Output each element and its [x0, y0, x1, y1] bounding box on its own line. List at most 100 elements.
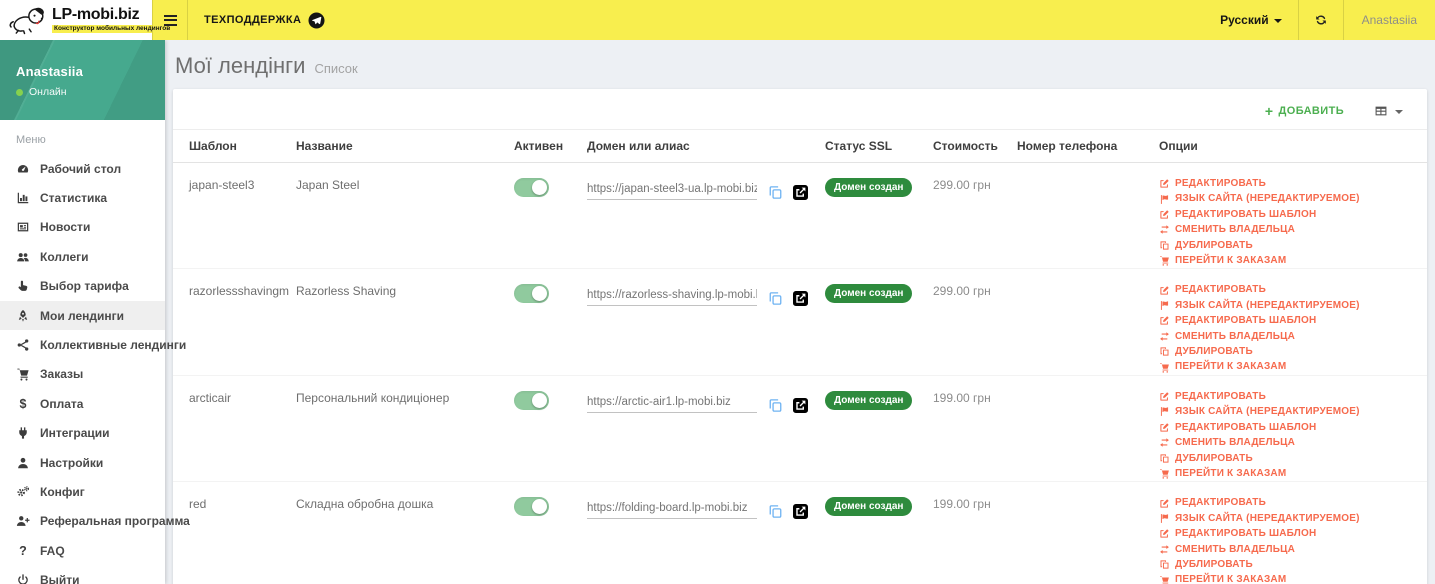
option-label: РЕДАКТИРОВАТЬ	[1175, 178, 1266, 189]
option-label: ПЕРЕЙТИ К ЗАКАЗАМ	[1175, 574, 1287, 584]
colleagues-icon	[16, 250, 30, 264]
tech-support-button[interactable]: ТЕХПОДДЕРЖКА	[188, 0, 341, 40]
option-duplicate-link[interactable]: ДУБЛИРОВАТЬ	[1159, 451, 1419, 466]
active-toggle[interactable]	[514, 178, 549, 197]
active-toggle[interactable]	[514, 390, 549, 410]
cell-phone	[1009, 162, 1151, 270]
sidebar-item-my-landings[interactable]: Мои лендинги	[0, 300, 165, 331]
collective-landings-icon	[16, 338, 30, 352]
option-language-link[interactable]: ЯЗЫК САЙТА (НЕРЕДАКТИРУЕМОЕ)	[1159, 511, 1419, 526]
sidebar-user-panel: Anastasiia Онлайн	[0, 40, 165, 120]
cell-template: red	[173, 481, 288, 584]
option-edit-template-link[interactable]: РЕДАКТИРОВАТЬ ШАБЛОН	[1159, 207, 1419, 222]
cell-ssl: Домен создан	[817, 375, 925, 483]
active-toggle[interactable]	[514, 284, 549, 304]
option-change-owner-link[interactable]: СМЕНИТЬ ВЛАДЕЛЬЦА	[1159, 222, 1419, 237]
sidebar-item-config[interactable]: Конфиг	[0, 477, 165, 506]
edit-template-icon	[1159, 315, 1170, 326]
copy-domain-icon[interactable]	[768, 398, 783, 413]
option-go-to-orders-link[interactable]: ПЕРЕЙТИ К ЗАКАЗАМ	[1159, 466, 1419, 481]
sidebar-item-news[interactable]: Новости	[0, 213, 165, 242]
sidebar-item-tariff[interactable]: Выбор тарифа	[0, 272, 165, 301]
sidebar-item-colleagues[interactable]: Коллеги	[0, 242, 165, 271]
option-label: РЕДАКТИРОВАТЬ ШАБЛОН	[1175, 315, 1317, 327]
option-edit-template-link[interactable]: РЕДАКТИРОВАТЬ ШАБЛОН	[1159, 526, 1419, 541]
open-site-icon[interactable]	[793, 185, 808, 200]
column-header: Название	[288, 129, 506, 163]
add-landing-button[interactable]: + ДОБАВИТЬ	[1265, 104, 1344, 118]
language-icon	[1159, 513, 1170, 524]
option-label: СМЕНИТЬ ВЛАДЕЛЬЦА	[1175, 437, 1296, 449]
copy-domain-icon[interactable]	[768, 291, 783, 306]
domain-input[interactable]	[587, 183, 757, 200]
language-dropdown[interactable]: Русский	[1204, 0, 1298, 40]
copy-domain-icon[interactable]	[768, 504, 783, 519]
domain-input[interactable]	[587, 502, 757, 520]
option-language-link[interactable]: ЯЗЫК САЙТА (НЕРЕДАКТИРУЕМОЕ)	[1159, 404, 1419, 419]
sidebar-item-collective-landings[interactable]: Коллективные лендинги	[0, 330, 186, 359]
option-go-to-orders-link[interactable]: ПЕРЕЙТИ К ЗАКАЗАМ	[1159, 253, 1419, 268]
refresh-button[interactable]	[1299, 0, 1343, 40]
option-label: ДУБЛИРОВАТЬ	[1175, 452, 1253, 464]
column-settings-dropdown[interactable]	[1374, 104, 1403, 118]
menu-section-label: Меню	[16, 134, 46, 146]
option-label: ЯЗЫК САЙТА (НЕРЕДАКТИРУЕМОЕ)	[1175, 512, 1360, 524]
cell-phone	[1009, 268, 1151, 376]
open-site-icon[interactable]	[793, 398, 808, 413]
column-header: Стоимость	[925, 129, 1009, 163]
config-icon	[16, 485, 30, 499]
statistics-icon	[16, 191, 30, 205]
option-change-owner-link[interactable]: СМЕНИТЬ ВЛАДЕЛЬЦА	[1159, 542, 1419, 557]
change-owner-icon	[1159, 331, 1170, 342]
sidebar-item-orders[interactable]: Заказы	[0, 360, 165, 389]
sidebar-item-label: Выйти	[40, 573, 80, 584]
sidebar-item-faq[interactable]: ? FAQ	[0, 536, 165, 565]
sidebar-item-integrations[interactable]: Интеграции	[0, 419, 165, 448]
domain-input[interactable]	[587, 395, 757, 413]
option-change-owner-link[interactable]: СМЕНИТЬ ВЛАДЕЛЬЦА	[1159, 329, 1419, 344]
page-title: Мої лендінги	[175, 53, 306, 78]
change-owner-icon	[1159, 437, 1170, 448]
option-edit-template-link[interactable]: РЕДАКТИРОВАТЬ ШАБЛОН	[1159, 420, 1419, 435]
app-logo[interactable]: LP-mobi.biz Конструктор мобильных лендин…	[0, 0, 173, 40]
option-duplicate-link[interactable]: ДУБЛИРОВАТЬ	[1159, 557, 1419, 572]
option-label: ДУБЛИРОВАТЬ	[1175, 239, 1253, 251]
sidebar-item-label: Настройки	[40, 455, 104, 470]
option-label: ПЕРЕЙТИ К ЗАКАЗАМ	[1175, 467, 1287, 479]
option-go-to-orders-link[interactable]: ПЕРЕЙТИ К ЗАКАЗАМ	[1159, 359, 1419, 374]
cell-domain	[579, 268, 817, 376]
option-edit-link[interactable]: РЕДАКТИРОВАТЬ	[1159, 495, 1419, 510]
topbar-username[interactable]: Anastasiia	[1344, 0, 1435, 40]
option-label: ЯЗЫК САЙТА (НЕРЕДАКТИРУЕМОЕ)	[1175, 299, 1360, 311]
option-language-link[interactable]: ЯЗЫК САЙТА (НЕРЕДАКТИРУЕМОЕ)	[1159, 298, 1419, 313]
option-edit-link[interactable]: РЕДАКТИРОВАТЬ	[1159, 282, 1419, 297]
open-site-icon[interactable]	[793, 504, 808, 519]
sidebar-item-statistics[interactable]: Статистика	[0, 183, 165, 212]
option-duplicate-link[interactable]: ДУБЛИРОВАТЬ	[1159, 344, 1419, 359]
sidebar-item-referral[interactable]: Реферальная программа	[0, 507, 190, 536]
language-icon	[1159, 406, 1170, 417]
landing-name: Razorless Shaving	[296, 284, 397, 299]
price-value: 199.00 грн	[933, 390, 991, 405]
option-label: РЕДАКТИРОВАТЬ	[1175, 390, 1266, 402]
option-label: ЯЗЫК САЙТА (НЕРЕДАКТИРУЕМОЕ)	[1175, 406, 1360, 418]
option-go-to-orders-link[interactable]: ПЕРЕЙТИ К ЗАКАЗАМ	[1159, 572, 1419, 584]
menu-toggle-button[interactable]	[153, 0, 187, 40]
sidebar-item-payment[interactable]: $ Оплата	[0, 389, 165, 418]
sidebar-item-label: Выбор тарифа	[40, 279, 129, 294]
option-duplicate-link[interactable]: ДУБЛИРОВАТЬ	[1159, 238, 1419, 253]
open-site-icon[interactable]	[793, 291, 808, 306]
active-toggle[interactable]	[514, 497, 549, 517]
column-header: Шаблон	[173, 129, 288, 163]
sidebar-item-logout[interactable]: Выйти	[0, 565, 165, 584]
sidebar-item-settings[interactable]: Настройки	[0, 448, 165, 477]
option-edit-template-link[interactable]: РЕДАКТИРОВАТЬ ШАБЛОН	[1159, 313, 1419, 328]
copy-domain-icon[interactable]	[768, 185, 783, 200]
option-edit-link[interactable]: РЕДАКТИРОВАТЬ	[1159, 176, 1419, 191]
option-edit-link[interactable]: РЕДАКТИРОВАТЬ	[1159, 389, 1419, 404]
domain-input[interactable]	[587, 289, 757, 307]
option-language-link[interactable]: ЯЗЫК САЙТА (НЕРЕДАКТИРУЕМОЕ)	[1159, 191, 1419, 206]
sidebar-item-dashboard[interactable]: Рабочий стол	[0, 154, 165, 183]
option-change-owner-link[interactable]: СМЕНИТЬ ВЛАДЕЛЬЦА	[1159, 435, 1419, 450]
sidebar-item-label: Рабочий стол	[40, 161, 122, 176]
